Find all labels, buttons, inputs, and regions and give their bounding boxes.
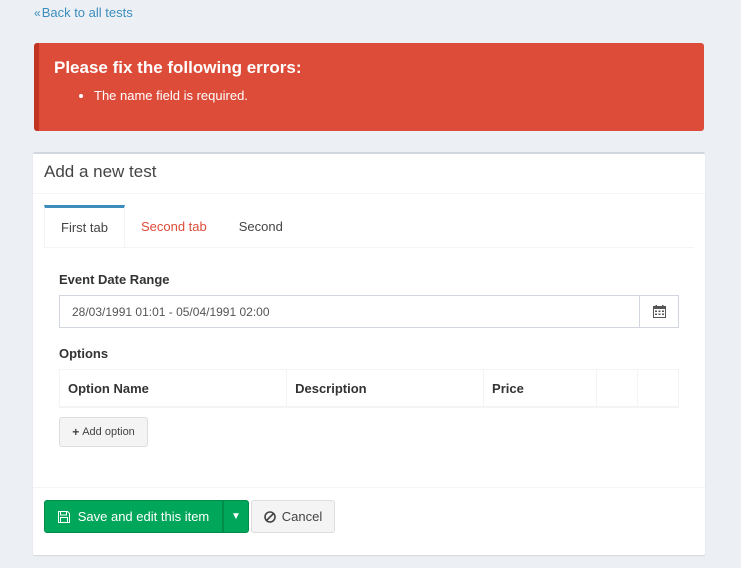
column-price: Price [483, 369, 597, 408]
error-alert-title: Please fix the following errors: [54, 58, 302, 77]
floppy-disk-icon [57, 510, 70, 523]
form-footer: Save and edit this item ▼ Cancel [33, 487, 705, 556]
save-button-group: Save and edit this item ▼ [44, 500, 249, 533]
column-blank-1 [595, 369, 638, 408]
cancel-button-label: Cancel [281, 509, 323, 524]
column-description: Description [286, 369, 485, 408]
event-date-range-group [59, 295, 679, 328]
cancel-button[interactable]: Cancel [251, 500, 335, 533]
tab-bar: First tab Second tab Second [44, 205, 694, 248]
caret-down-icon: ▼ [231, 511, 241, 522]
column-blank-2 [636, 369, 680, 408]
calendar-icon [652, 305, 666, 318]
save-options-dropdown-toggle[interactable]: ▼ [223, 500, 249, 533]
options-label: Options [59, 346, 109, 361]
back-link-label: Back to all tests [41, 5, 133, 20]
save-button-label: Save and edit this item [77, 509, 210, 524]
error-list: The name field is required. [54, 88, 704, 103]
add-option-label: Add option [82, 426, 135, 438]
plus-icon: + [72, 425, 80, 439]
add-test-box: Add a new test First tab Second tab Seco… [33, 152, 705, 555]
column-option-name: Option Name [58, 369, 288, 408]
tab-first-tab[interactable]: First tab [44, 205, 125, 247]
ban-icon [263, 510, 276, 523]
add-option-button[interactable]: + Add option [59, 417, 148, 447]
double-chevron-left-icon: « [34, 5, 41, 20]
event-date-range-label: Event Date Range [59, 272, 170, 287]
calendar-button[interactable] [639, 295, 679, 328]
options-table: Option Name Description Price [58, 369, 680, 408]
error-alert: Please fix the following errors: The nam… [34, 43, 704, 131]
error-item: The name field is required. [94, 88, 704, 103]
save-and-edit-button[interactable]: Save and edit this item [44, 500, 223, 533]
tab-second[interactable]: Second [223, 205, 299, 247]
box-title: Add a new test [33, 154, 705, 194]
back-to-all-tests-link[interactable]: « Back to all tests [34, 5, 133, 20]
event-date-range-input[interactable] [59, 295, 639, 328]
tab-second-tab[interactable]: Second tab [125, 205, 223, 247]
